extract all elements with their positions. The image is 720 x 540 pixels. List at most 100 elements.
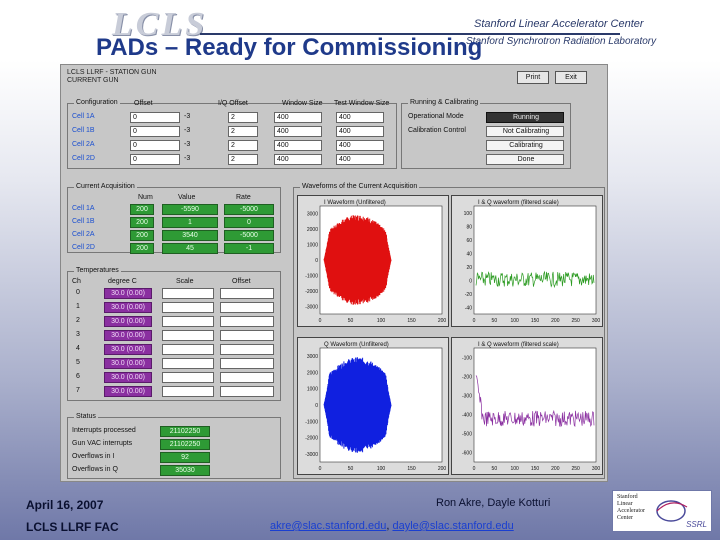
ssrl-logo-mark: SSRL [686,520,707,529]
acq-num-field: 200 [130,230,154,241]
temperature-channel: 0 [76,289,80,296]
app-header-line: LCLS LLRF - STATION GUN [67,69,157,76]
x-tick-label: 50 [348,466,354,472]
logo-line-text: Linear [617,501,633,507]
y-tick-label: 60 [466,238,472,244]
cell-label: Cell 2D [72,244,95,251]
window-size-field[interactable]: 400 [274,126,322,137]
iq-offset-stepper[interactable]: -3 [184,127,190,134]
temperature-offset[interactable] [220,316,274,327]
temperature-offset[interactable] [220,372,274,383]
cell-label: Cell 1B [72,127,95,134]
plot-area [473,205,597,315]
temperature-offset[interactable] [220,358,274,369]
x-tick-label: 50 [492,466,498,472]
iq-offset-field[interactable]: 2 [228,154,258,165]
iq-offset-stepper[interactable]: -3 [184,113,190,120]
waveform-chart: I Waveform (Unfiltered)3000200010000-100… [305,200,447,324]
temperature-scale[interactable] [162,288,214,299]
x-tick-label: 250 [571,318,580,324]
test-window-field[interactable]: 400 [336,140,384,151]
footer-date: April 16, 2007 [26,498,104,512]
running-label: Calibration Control [408,127,466,134]
iq-offset-stepper[interactable]: -3 [184,141,190,148]
status-title: Status [74,413,98,420]
x-tick-label: 200 [438,318,447,324]
waveform-plot: I Waveform (Unfiltered) 3000 2000 1000 0 -100… [297,195,449,327]
temperature-offset[interactable] [220,344,274,355]
x-tick-label: 50 [348,318,354,324]
y-tick-label: -40 [465,305,472,311]
y-tick-label: -2000 [305,289,318,295]
test-window-field[interactable]: 400 [336,112,384,123]
col-header: Scale [176,278,194,285]
iq-offset-field[interactable]: 2 [228,126,258,137]
plot-title: I & Q waveform (filtered scale) [478,342,559,348]
temperature-scale[interactable] [162,344,214,355]
temperature-scale[interactable] [162,358,214,369]
x-tick-label: 0 [319,318,322,324]
status-group: Status Interrupts processed 21102250 Gun V… [67,413,281,479]
test-window-field[interactable]: 400 [336,126,384,137]
x-tick-label: 150 [531,318,540,324]
col-header: Offset [232,278,251,285]
running-group: Running & Calibrating Operational Mode Ru… [401,99,571,169]
waveforms-title: Waveforms of the Current Acquisition [300,183,420,190]
slac-logo-lines: Stanford Linear Accelerator Center [617,494,645,522]
exit-button[interactable]: Exit [555,71,587,84]
llrf-app-window: LCLS LLRF - STATION GUN CURRENT GUN Prin… [60,64,608,482]
x-tick-label: 100 [510,466,519,472]
y-tick-label: -200 [462,375,472,381]
temperature-value: 30.0 (0.00) [104,316,152,327]
temperature-channel: 3 [76,331,80,338]
offset-field[interactable]: 0 [130,112,180,123]
temperature-offset[interactable] [220,330,274,341]
calibration-button[interactable]: Calibrating [486,140,564,151]
col-header: Rate [236,194,251,201]
calibration-button[interactable]: Not Calibrating [486,126,564,137]
email-link-akre[interactable]: akre@slac.stanford.edu [270,520,386,532]
slac-ssrl-logo: Stanford Linear Accelerator Center SSRL [612,490,712,532]
temperature-offset[interactable] [220,302,274,313]
test-window-field[interactable]: 400 [336,154,384,165]
status-label: Overflows in I [72,453,115,460]
acq-num-field: 200 [130,217,154,228]
x-tick-label: 150 [531,466,540,472]
window-size-field[interactable]: 400 [274,112,322,123]
x-tick-label: 50 [492,318,498,324]
print-button[interactable]: Print [517,71,549,84]
offset-field[interactable]: 0 [130,140,180,151]
col-header: Value [178,194,196,201]
iq-offset-stepper[interactable]: -3 [184,155,190,162]
x-tick-label: 200 [551,318,560,324]
acq-rate-field: -5000 [224,230,274,241]
email-link-dayle[interactable]: dayle@slac.stanford.edu [392,520,513,532]
calibration-button[interactable]: Done [486,154,564,165]
temperature-channel: 5 [76,359,80,366]
offset-field[interactable]: 0 [130,126,180,137]
temperature-scale[interactable] [162,386,214,397]
offset-field[interactable]: 0 [130,154,180,165]
temperature-scale[interactable] [162,330,214,341]
y-tick-label: 0 [469,278,472,284]
temperature-scale[interactable] [162,302,214,313]
col-header: degree C [108,278,137,285]
temperature-scale[interactable] [162,372,214,383]
plot-area [473,347,597,463]
temperature-value: 30.0 (0.00) [104,330,152,341]
window-size-field[interactable]: 400 [274,140,322,151]
x-tick-label: 100 [377,466,386,472]
temperature-offset[interactable] [220,386,274,397]
col-header: I/Q Offset [218,100,248,107]
acq-value-field: 1 [162,217,218,228]
y-tick-label: -2000 [305,436,318,442]
temperature-channel: 2 [76,317,80,324]
footer-authors: Ron Akre, Dayle Kotturi [436,497,551,509]
window-size-field[interactable]: 400 [274,154,322,165]
iq-offset-field[interactable]: 2 [228,112,258,123]
temperature-offset[interactable] [220,288,274,299]
configuration-title: Configuration [74,99,120,106]
iq-offset-field[interactable]: 2 [228,140,258,151]
temperature-scale[interactable] [162,316,214,327]
status-value: 92 [160,452,210,463]
